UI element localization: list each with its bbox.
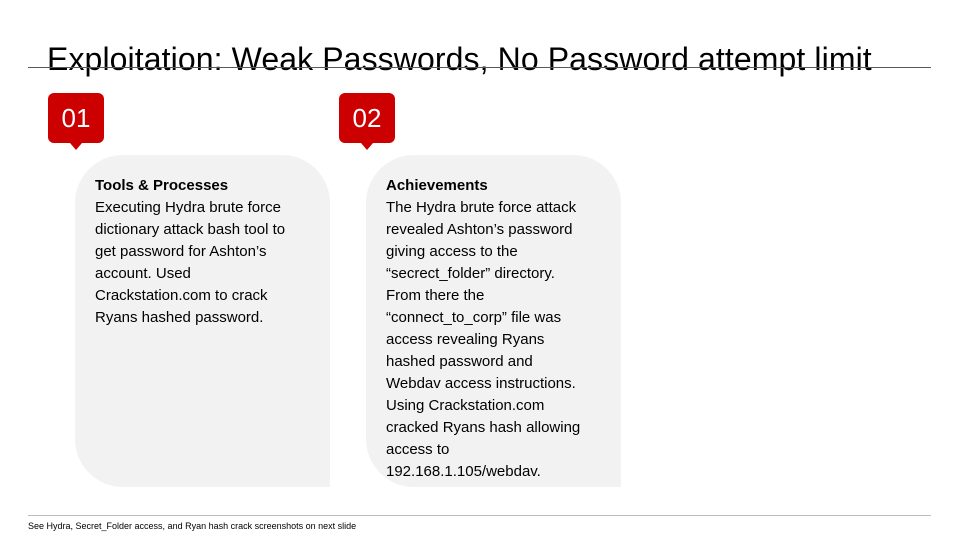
step-badge-01: 01	[48, 93, 104, 150]
card-heading: Tools & Processes	[95, 177, 229, 194]
card-achievements: Achievements The Hydra brute force attac…	[366, 155, 621, 487]
step-badge-02: 02	[339, 93, 395, 150]
step-number: 01	[61, 103, 91, 133]
badge-pointer	[361, 143, 373, 150]
card-tools-processes: Tools & Processes Executing Hydra brute …	[75, 155, 330, 487]
title-divider	[28, 67, 931, 68]
footer-divider	[28, 515, 931, 516]
slide-title: Exploitation: Weak Passwords, No Passwor…	[47, 41, 872, 78]
footnote: See Hydra, Secret_Folder access, and Rya…	[28, 521, 357, 531]
card-body: The Hydra brute force attack revealed As…	[386, 199, 581, 480]
badge-pointer	[70, 143, 82, 150]
card-heading: Achievements	[386, 177, 488, 194]
card-body: Executing Hydra brute force dictionary a…	[95, 199, 286, 326]
step-number: 02	[352, 103, 382, 133]
